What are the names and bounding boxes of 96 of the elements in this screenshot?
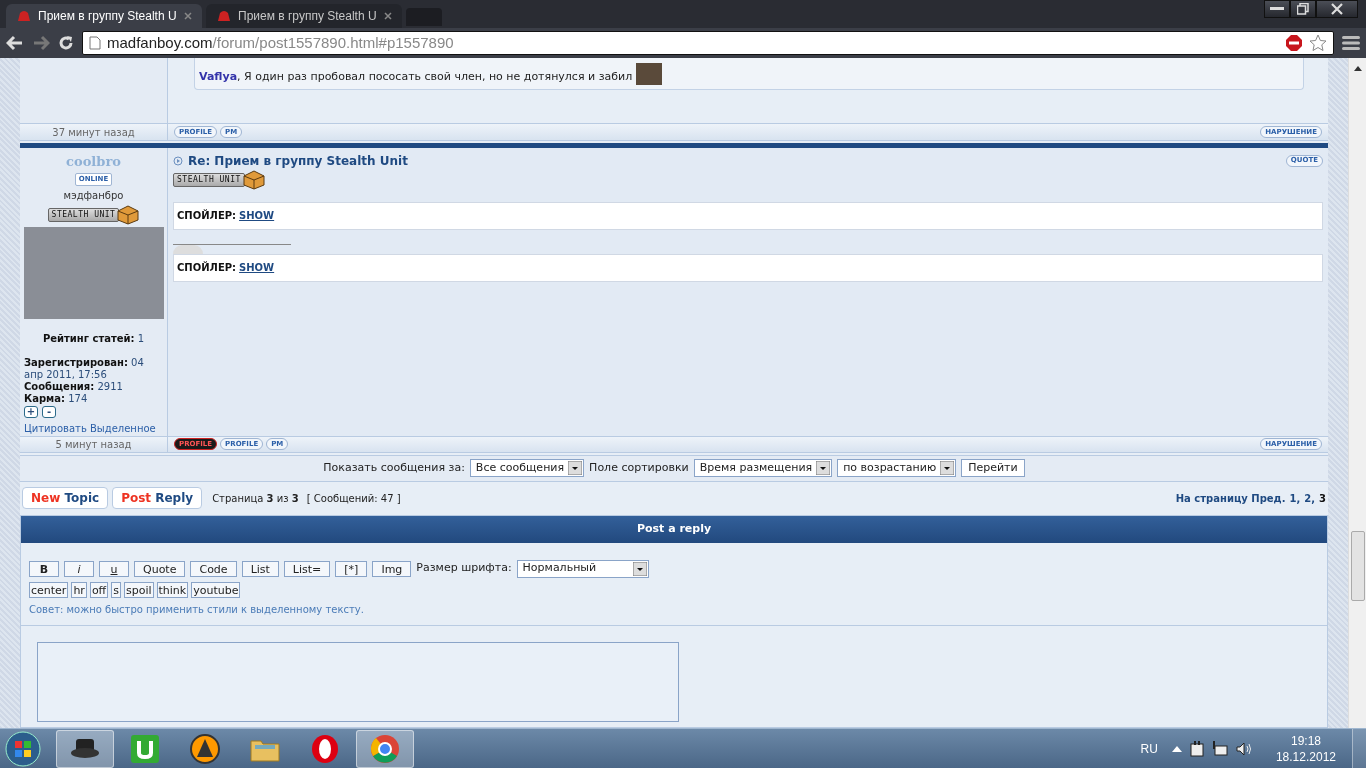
address-bar[interactable]: madfanboy.com/forum/post1557890.html#p1557890: [82, 31, 1334, 55]
tab-title: Прием в группу Stealth U: [238, 8, 378, 25]
speaker-icon[interactable]: [1235, 740, 1252, 757]
format-button[interactable]: Img: [372, 560, 412, 577]
page-link[interactable]: 2,: [1304, 490, 1316, 506]
tag-button[interactable]: s: [111, 581, 121, 598]
font-size-label: Размер шрифта:: [416, 560, 512, 577]
format-button[interactable]: Code: [190, 560, 237, 577]
user-stat: Сообщения: 2911: [24, 380, 124, 393]
browser-tab[interactable]: Прием в группу Stealth U: [6, 4, 202, 28]
spoiler-label: СПОЙЛЕР:: [177, 208, 237, 223]
close-icon[interactable]: [384, 12, 392, 20]
quote-selected-link[interactable]: Цитировать Выделенное: [24, 420, 163, 436]
spoiler-show-link[interactable]: SHOW: [239, 260, 275, 275]
format-button[interactable]: Quote: [134, 560, 186, 577]
favicon-icon: [216, 9, 232, 23]
minimize-icon: [1270, 7, 1284, 11]
post-count: [ Сообщений: 47 ]: [306, 491, 401, 506]
page-icon: [89, 36, 101, 50]
tag-button[interactable]: center: [29, 581, 69, 598]
forward-icon[interactable]: [32, 35, 50, 51]
post-title[interactable]: Re: Прием в группу Stealth Unit: [188, 151, 408, 170]
photo-placeholder: [636, 63, 663, 85]
spoiler-show-link[interactable]: SHOW: [239, 208, 275, 223]
action-button[interactable]: New Topic: [22, 487, 109, 510]
clock-time[interactable]: 19:18: [1290, 732, 1321, 749]
tag-button[interactable]: think: [156, 581, 189, 598]
favicon-icon: [16, 9, 32, 23]
box-icon: [242, 169, 265, 190]
period-select[interactable]: Все сообщения: [469, 459, 585, 478]
star-icon[interactable]: [1309, 34, 1327, 52]
browser-tab[interactable]: Прием в группу Stealth U: [206, 4, 402, 28]
reload-icon[interactable]: [58, 35, 74, 51]
tag-button[interactable]: hr: [71, 581, 87, 598]
language-indicator[interactable]: RU: [1140, 739, 1158, 758]
close-icon: [1331, 3, 1343, 15]
window-minimize-button[interactable]: [1264, 0, 1290, 18]
reply-header: Post a reply: [21, 515, 1327, 543]
window-restore-button[interactable]: [1290, 0, 1316, 18]
user-stat: Рейтинг статей: 1: [41, 332, 146, 345]
url-text: madfanboy.com/forum/post1557890.html#p1557890: [107, 32, 455, 53]
pagination-label: На страницу Пред.: [1175, 491, 1286, 506]
page-link[interactable]: 1,: [1289, 490, 1301, 506]
user-stat: Зарегистрирован: 04 апр 2011, 17:56: [24, 356, 145, 381]
format-button[interactable]: B: [29, 560, 59, 577]
post-time: 37 минут назад: [20, 124, 168, 140]
page-info: Страница 3 из 3: [212, 491, 299, 506]
power-plug-icon[interactable]: [1189, 740, 1204, 757]
dropdown-icon: [632, 561, 647, 576]
format-button[interactable]: List: [241, 560, 279, 577]
tag-button[interactable]: off: [89, 581, 109, 598]
spoiler-label: СПОЙЛЕР:: [177, 260, 237, 275]
post-icon: [173, 155, 183, 166]
sort-order-select[interactable]: по возрастанию: [837, 459, 957, 478]
taskbar-app-button[interactable]: [56, 729, 114, 768]
tip-text: Совет: можно быстро применить стили к выделенному тексту.: [29, 602, 365, 617]
dropdown-icon: [568, 461, 583, 476]
filter-label: Показать сообщения за:: [323, 460, 465, 477]
menu-icon[interactable]: [1342, 35, 1360, 51]
format-button[interactable]: List=: [283, 560, 331, 577]
tab-title: Прием в группу Stealth U: [38, 8, 178, 25]
dropdown-icon: [940, 461, 955, 476]
user-stat: Карма: 174: [24, 392, 89, 405]
quote-text: Vaflya, Я один раз пробовал пососать свой член, но не дотянулся и забил: [199, 68, 633, 85]
go-button[interactable]: Перейти: [961, 459, 1025, 478]
karma-button[interactable]: -: [42, 405, 56, 418]
tray-arrow-icon[interactable]: [1171, 745, 1182, 752]
format-button[interactable]: u: [99, 560, 129, 577]
restore-icon: [1297, 3, 1309, 15]
format-button[interactable]: [*]: [335, 560, 368, 577]
post-time: 5 минут назад: [20, 436, 168, 452]
scrollbar-thumb[interactable]: [1350, 531, 1365, 601]
back-icon[interactable]: [6, 35, 24, 51]
window-close-button[interactable]: [1316, 0, 1358, 18]
sort-field-select[interactable]: Время размещения: [693, 459, 833, 478]
font-size-select[interactable]: Нормальный: [516, 559, 649, 578]
message-input[interactable]: [37, 641, 679, 722]
rank-badge: STEALTH UNIT: [47, 207, 120, 222]
karma-button[interactable]: +: [24, 405, 38, 418]
scrollbar[interactable]: [1348, 58, 1366, 728]
box-icon: [117, 204, 140, 225]
sort-label: Поле сортировки: [589, 460, 689, 477]
action-button[interactable]: Post Reply: [112, 487, 203, 510]
rank-badge: STEALTH UNIT: [173, 172, 245, 187]
dropdown-icon: [816, 461, 831, 476]
network-icon[interactable]: [1211, 740, 1228, 757]
page-link[interactable]: 3: [1319, 490, 1326, 506]
windows-logo-icon: [5, 730, 41, 767]
adblock-icon[interactable]: [1285, 34, 1303, 52]
tag-button[interactable]: spoil: [123, 581, 154, 598]
tag-button[interactable]: youtube: [191, 581, 241, 598]
format-button[interactable]: i: [64, 560, 94, 577]
scroll-up-icon[interactable]: [1353, 66, 1362, 71]
user-rank: мэдфанбро: [63, 188, 124, 203]
clock-date[interactable]: 18.12.2012: [1275, 748, 1336, 765]
close-icon[interactable]: [184, 12, 192, 20]
